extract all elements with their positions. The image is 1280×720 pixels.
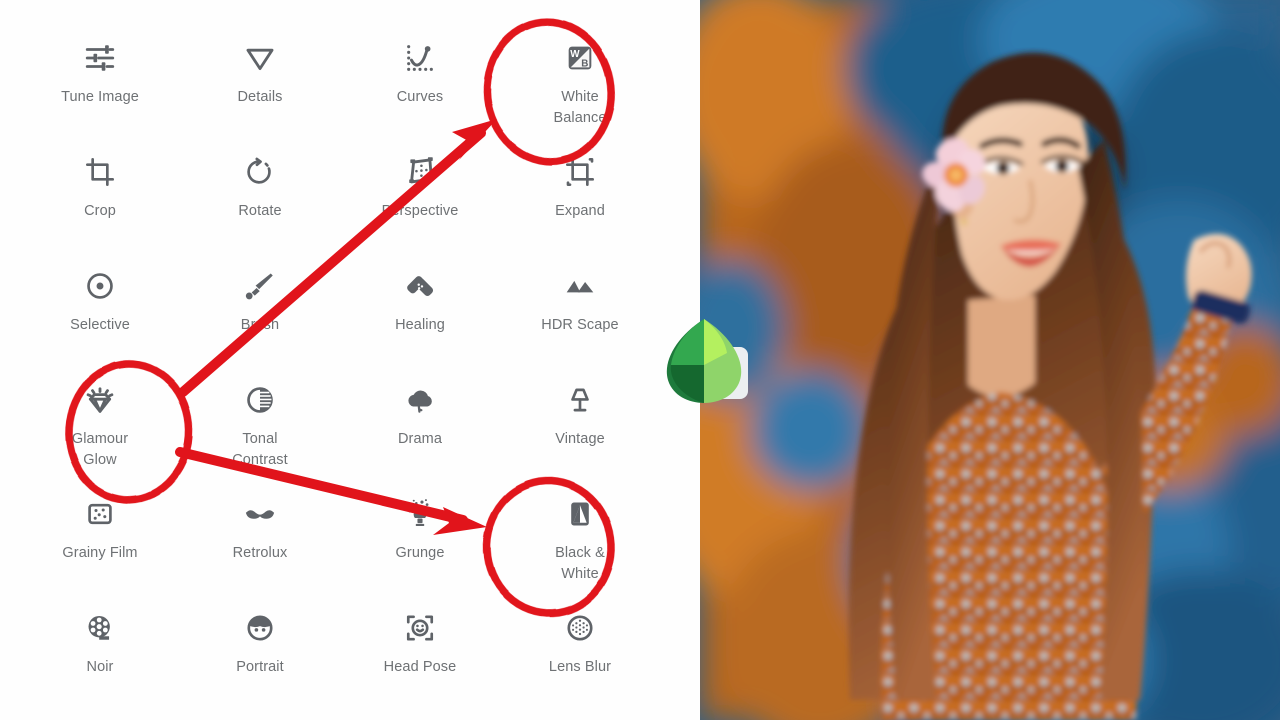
healing-bandage-icon bbox=[400, 266, 440, 306]
tonal-contrast-icon bbox=[240, 380, 280, 420]
tool-tune-image[interactable]: Tune Image bbox=[20, 18, 180, 108]
tool-crop[interactable]: Crop bbox=[20, 132, 180, 222]
tool-head-pose[interactable]: Head Pose bbox=[340, 588, 500, 678]
svg-text:B: B bbox=[581, 58, 588, 69]
selective-target-icon bbox=[80, 266, 120, 306]
tool-vintage[interactable]: Vintage bbox=[500, 360, 660, 450]
tool-label: Perspective bbox=[381, 203, 459, 219]
svg-text:W: W bbox=[570, 49, 580, 60]
tool-label: Portrait bbox=[236, 659, 284, 675]
tool-drama[interactable]: Drama bbox=[340, 360, 500, 450]
snapseed-tutorial-screenshot: Tune Image Details Curves W B White Balan… bbox=[0, 0, 1280, 720]
tool-label: Head Pose bbox=[383, 659, 457, 675]
tool-label: Healing bbox=[395, 317, 445, 333]
tool-portrait[interactable]: Portrait bbox=[180, 588, 340, 678]
tool-label: Drama bbox=[397, 431, 442, 447]
tool-label: Selective bbox=[70, 317, 130, 333]
tool-selective[interactable]: Selective bbox=[20, 246, 180, 336]
grainy-film-icon bbox=[80, 494, 120, 534]
tool-lens-blur[interactable]: Lens Blur bbox=[500, 588, 660, 678]
tool-label: HDR Scape bbox=[541, 317, 619, 333]
lens-blur-icon bbox=[560, 608, 600, 648]
tool-noir[interactable]: Noir bbox=[20, 588, 180, 678]
head-pose-icon bbox=[400, 608, 440, 648]
logo-leaf bbox=[666, 319, 742, 403]
glamour-glow-diamond-icon bbox=[80, 380, 120, 420]
tool-curves[interactable]: Curves bbox=[340, 18, 500, 108]
tool-label: Retrolux bbox=[232, 545, 288, 561]
tool-label: White Balance bbox=[553, 89, 607, 127]
tool-label: Details bbox=[237, 89, 283, 105]
tool-label: Brush bbox=[240, 317, 280, 333]
tool-rotate[interactable]: Rotate bbox=[180, 132, 340, 222]
tool-label: Tune Image bbox=[61, 89, 139, 105]
tool-label: Rotate bbox=[238, 203, 282, 219]
tune-sliders-icon bbox=[80, 38, 120, 78]
brush-icon bbox=[240, 266, 280, 306]
noir-film-reel-icon bbox=[80, 608, 120, 648]
expand-icon bbox=[560, 152, 600, 192]
snapseed-leaf-logo bbox=[655, 313, 753, 411]
tool-white-balance[interactable]: W B White Balance bbox=[500, 18, 660, 129]
triangle-details-icon bbox=[240, 38, 280, 78]
tool-grunge[interactable]: Grunge bbox=[340, 474, 500, 564]
retrolux-mustache-icon bbox=[240, 494, 280, 534]
hdr-mountains-icon bbox=[560, 266, 600, 306]
tool-grainy-film[interactable]: Grainy Film bbox=[20, 474, 180, 564]
tool-label: Expand bbox=[555, 203, 605, 219]
tool-label: Tonal Contrast bbox=[232, 431, 288, 469]
tool-glamour-glow[interactable]: Glamour Glow bbox=[20, 360, 180, 471]
tool-healing[interactable]: Healing bbox=[340, 246, 500, 336]
tool-hdr-scape[interactable]: HDR Scape bbox=[500, 246, 660, 336]
photo-canvas bbox=[700, 0, 1280, 720]
tool-brush[interactable]: Brush bbox=[180, 246, 340, 336]
tool-retrolux[interactable]: Retrolux bbox=[180, 474, 340, 564]
curves-graph-icon bbox=[400, 38, 440, 78]
tool-perspective[interactable]: Perspective bbox=[340, 132, 500, 222]
tools-grid: Tune Image Details Curves W B White Balan… bbox=[20, 18, 660, 708]
tool-label: Grainy Film bbox=[62, 545, 138, 561]
tool-label: Glamour Glow bbox=[71, 431, 129, 469]
tool-expand[interactable]: Expand bbox=[500, 132, 660, 222]
perspective-quad-icon bbox=[400, 152, 440, 192]
vintage-lamp-icon bbox=[560, 380, 600, 420]
snapseed-tools-panel: Tune Image Details Curves W B White Balan… bbox=[0, 0, 700, 720]
grunge-spray-icon bbox=[400, 494, 440, 534]
tool-black-white[interactable]: Black & White bbox=[500, 474, 660, 585]
preview-photo bbox=[700, 0, 1280, 720]
crop-icon bbox=[80, 152, 120, 192]
tool-label: Crop bbox=[84, 203, 116, 219]
tool-label: Vintage bbox=[555, 431, 605, 447]
tool-label: Curves bbox=[396, 89, 444, 105]
tool-label: Lens Blur bbox=[548, 659, 612, 675]
white-balance-wb-icon: W B bbox=[560, 38, 600, 78]
black-and-white-icon bbox=[560, 494, 600, 534]
tool-label: Black & White bbox=[555, 545, 605, 583]
rotate-icon bbox=[240, 152, 280, 192]
tool-tonal-contrast[interactable]: Tonal Contrast bbox=[180, 360, 340, 471]
drama-cloud-icon bbox=[400, 380, 440, 420]
tool-details[interactable]: Details bbox=[180, 18, 340, 108]
tool-label: Noir bbox=[86, 659, 114, 675]
portrait-face-icon bbox=[240, 608, 280, 648]
tool-label: Grunge bbox=[395, 545, 445, 561]
